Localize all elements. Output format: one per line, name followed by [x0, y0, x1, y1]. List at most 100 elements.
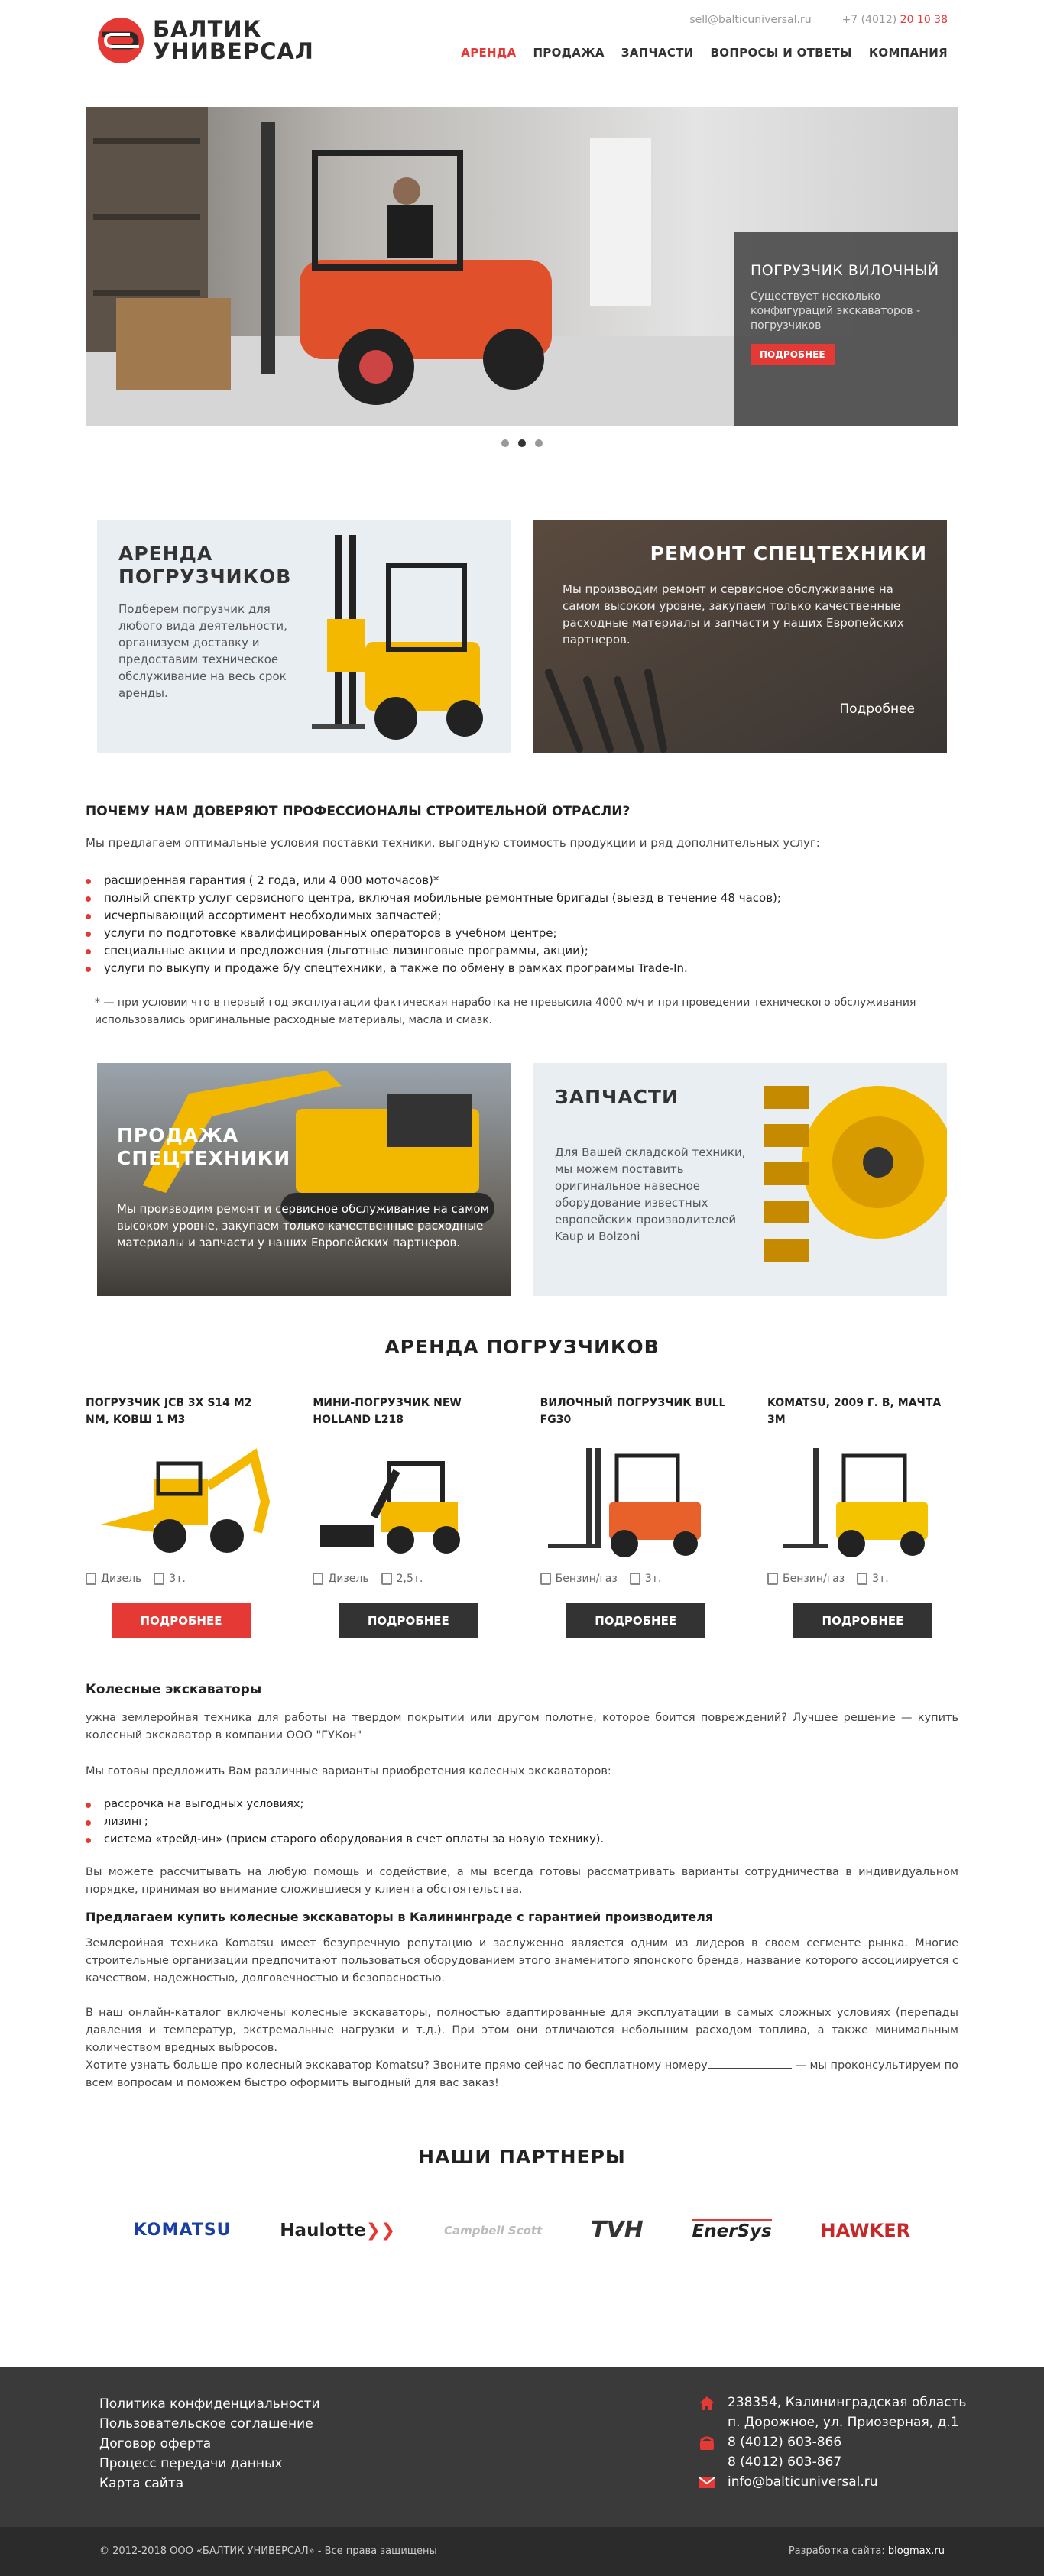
list-item: лизинг; — [86, 1813, 958, 1831]
partner-logo-campbell[interactable]: Campbell Scott — [444, 2224, 542, 2237]
tile-rent[interactable]: АРЕНДА ПОГРУЗЧИКОВ Подберем погрузчик дл… — [97, 520, 511, 753]
partner-logo-komatsu[interactable]: KOMATSU — [134, 2221, 232, 2240]
footer-phones: 8 (4012) 603-866 8 (4012) 603-867 — [699, 2432, 966, 2472]
weight-icon — [857, 1573, 868, 1585]
slide-more-button[interactable]: ПОДРОБНЕЕ — [751, 344, 835, 365]
product-image[interactable] — [313, 1440, 504, 1559]
site-header: БАЛТИК УНИВЕРСАЛ sell@balticuniversal.ru… — [0, 0, 1044, 76]
product-more-button[interactable]: ПОДРОБНЕЕ — [112, 1603, 251, 1638]
footer-link-agreement[interactable]: Пользовательское соглашение — [99, 2414, 320, 2434]
mail-icon — [699, 2477, 715, 2488]
product-image[interactable] — [540, 1440, 731, 1559]
tile-sale[interactable]: ПРОДАЖА СПЕЦТЕХНИКИ Мы производим ремонт… — [97, 1063, 511, 1296]
partner-logo-hawker[interactable]: HAWKER — [821, 2220, 911, 2241]
slide-title: ПОГРУЗЧИК ВИЛОЧНЫЙ — [751, 262, 939, 279]
footer-link-data[interactable]: Процесс передачи данных — [99, 2454, 320, 2474]
footer-link-privacy[interactable]: Политика конфиденциальности — [99, 2394, 320, 2414]
logo-icon — [96, 16, 145, 65]
weight-spec: 3т. — [857, 1573, 889, 1585]
product-specs: Дизель 3т. — [86, 1573, 277, 1585]
footer-email-link[interactable]: info@balticuniversal.ru — [728, 2472, 878, 2492]
fuel-value: Дизель — [328, 1573, 369, 1585]
weight-icon — [629, 1573, 640, 1585]
developer-link[interactable]: blogmax.ru — [888, 2545, 945, 2557]
header-email-link[interactable]: sell@balticuniversal.ru — [689, 14, 811, 26]
trust-section: ПОЧЕМУ НАМ ДОВЕРЯЮТ ПРОФЕССИОНАЛЫ СТРОИТ… — [86, 803, 958, 1029]
tile-parts[interactable]: ЗАПЧАСТИ Для Вашей складской техники, мы… — [533, 1063, 947, 1296]
logo[interactable]: БАЛТИК УНИВЕРСАЛ — [96, 16, 314, 65]
home-icon — [699, 2396, 715, 2410]
services-row-1: АРЕНДА ПОГРУЗЧИКОВ Подберем погрузчик дл… — [97, 520, 947, 753]
footer-link-sitemap[interactable]: Карта сайта — [99, 2474, 320, 2493]
phone-placeholder[interactable] — [707, 2068, 792, 2069]
product-name[interactable]: ПОГРУЗЧИК JCB 3X S14 M2 NM, КОВШ 1 М3 — [86, 1395, 277, 1440]
partner-logo-haulotte[interactable]: Haulotte❯❯ — [280, 2221, 395, 2241]
footer-phone-1[interactable]: 8 (4012) 603-866 — [728, 2432, 841, 2452]
product-card: ПОГРУЗЧИК JCB 3X S14 M2 NM, КОВШ 1 М3 Ди… — [86, 1395, 277, 1638]
article-section: Колесные экскаваторы ужна землеройная те… — [86, 1681, 958, 2092]
product-more-button[interactable]: ПОДРОБНЕЕ — [793, 1603, 932, 1638]
header-phone-link[interactable]: +7 (4012) 20 10 38 — [842, 14, 948, 26]
partner-logo-tvh[interactable]: TVH — [591, 2217, 644, 2244]
partner-logo-enersys[interactable]: EnerSys — [692, 2219, 772, 2241]
nav-item-company[interactable]: КОМПАНИЯ — [869, 46, 948, 60]
tile-sale-text: Мы производим ремонт и сервисное обслужи… — [117, 1202, 489, 1249]
tile-rent-title: АРЕНДА ПОГРУЗЧИКОВ — [118, 543, 292, 588]
footer-link-offer[interactable]: Договор оферта — [99, 2434, 320, 2454]
fuel-icon — [313, 1573, 324, 1585]
tile-repair-more-link[interactable]: Подробнее — [839, 702, 915, 717]
product-specs: Бензин/газ 3т. — [767, 1573, 958, 1585]
product-name[interactable]: МИНИ-ПОГРУЗЧИК NEW HOLLAND L218 — [313, 1395, 504, 1440]
fuel-icon — [767, 1573, 778, 1585]
hero-slider[interactable]: ПОГРУЗЧИК ВИЛОЧНЫЙ Существует несколько … — [86, 107, 958, 426]
product-image[interactable] — [86, 1440, 277, 1559]
address-line-1: 238354, Калининградская область — [728, 2395, 967, 2410]
list-item: рассрочка на выгодных условиях; — [86, 1796, 958, 1813]
trust-note: * — при условии что в первый год эксплуа… — [95, 996, 916, 1026]
trust-intro: Мы предлагаем оптимальные условия постав… — [86, 836, 820, 850]
nav-item-faq[interactable]: ВОПРОСЫ И ОТВЕТЫ — [711, 46, 852, 60]
product-name[interactable]: KOMATSU, 2009 Г. В, МАЧТА 3М — [767, 1395, 958, 1440]
phone-icon — [699, 2436, 715, 2450]
fuel-spec: Бензин/газ — [540, 1573, 618, 1585]
article-paragraph: Землеройная техника Komatsu имеет безупр… — [86, 1937, 958, 1985]
list-item: расширенная гарантия ( 2 года, или 4 000… — [86, 872, 958, 889]
weight-value: 3т. — [644, 1573, 662, 1585]
product-more-button[interactable]: ПОДРОБНЕЕ — [566, 1603, 705, 1638]
main-nav: АРЕНДА ПРОДАЖА ЗАПЧАСТИ ВОПРОСЫ И ОТВЕТЫ… — [461, 46, 948, 60]
logo-text: БАЛТИК УНИВЕРСАЛ — [153, 18, 314, 63]
product-more-button[interactable]: ПОДРОБНЕЕ — [339, 1603, 478, 1638]
list-item: специальные акции и предложения (льготны… — [86, 942, 958, 960]
weight-value: 3т. — [872, 1573, 889, 1585]
header-contacts: sell@balticuniversal.ru +7 (4012) 20 10 … — [689, 14, 948, 26]
slide-text: Существует несколько конфигураций экскав… — [751, 290, 921, 332]
nav-item-parts[interactable]: ЗАПЧАСТИ — [621, 46, 694, 60]
logo-line-1: БАЛТИК — [153, 16, 262, 42]
product-specs: Дизель 2,5т. — [313, 1573, 504, 1585]
article-paragraph: В наш онлайн-каталог включены колесные э… — [86, 2007, 958, 2054]
slider-dot-3[interactable] — [535, 439, 543, 447]
partners-title: НАШИ ПАРТНЕРЫ — [418, 2146, 626, 2168]
weight-spec: 2,5т. — [381, 1573, 423, 1585]
nav-item-rent[interactable]: АРЕНДА — [461, 46, 516, 60]
trust-list: расширенная гарантия ( 2 года, или 4 000… — [86, 872, 958, 977]
nav-item-sale[interactable]: ПРОДАЖА — [533, 46, 604, 60]
slider-dot-1[interactable] — [501, 439, 509, 447]
developer-credit: Разработка сайта: blogmax.ru — [789, 2545, 945, 2557]
fuel-icon — [86, 1573, 96, 1585]
products-title: АРЕНДА ПОГРУЗЧИКОВ — [384, 1336, 660, 1358]
weight-icon — [154, 1573, 165, 1585]
article-subheading: Предлагаем купить колесные экскаваторы в… — [86, 1910, 714, 1924]
product-image[interactable] — [767, 1440, 958, 1559]
product-name[interactable]: ВИЛОЧНЫЙ ПОГРУЗЧИК BULL FG30 — [540, 1395, 731, 1440]
tile-repair-title: РЕМОНТ СПЕЦТЕХНИКИ — [650, 543, 927, 565]
tile-repair-text: Мы производим ремонт и сервисное обслужи… — [563, 582, 904, 646]
article-heading: Колесные экскаваторы — [86, 1682, 262, 1697]
footer-phone-2[interactable]: 8 (4012) 603-867 — [728, 2452, 841, 2472]
phone-prefix: +7 (4012) — [841, 14, 897, 26]
list-item: услуги по выкупу и продаже б/у спецтехни… — [86, 960, 958, 977]
fuel-value: Дизель — [101, 1573, 142, 1585]
article-list: рассрочка на выгодных условиях; лизинг; … — [86, 1796, 958, 1849]
slider-dot-2[interactable] — [518, 439, 526, 447]
tile-repair[interactable]: РЕМОНТ СПЕЦТЕХНИКИ Мы производим ремонт … — [533, 520, 947, 753]
